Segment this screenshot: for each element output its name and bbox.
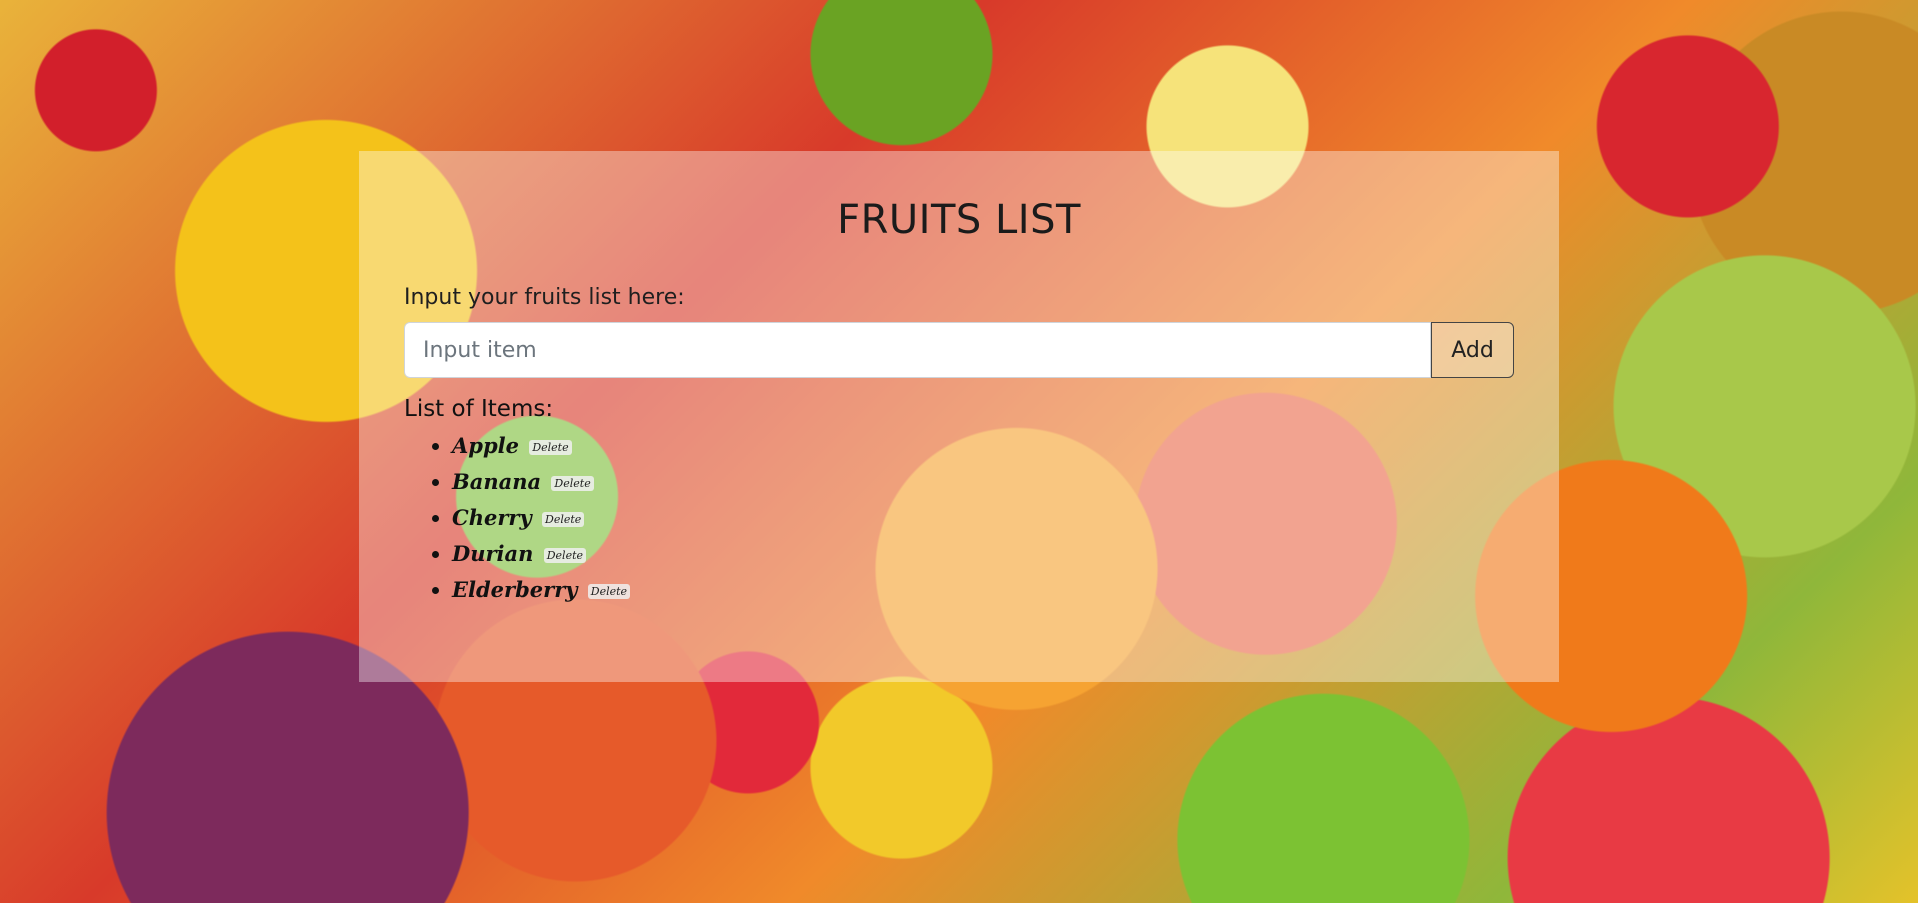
item-name: Elderberry <box>452 577 578 602</box>
delete-button[interactable]: Delete <box>551 476 594 491</box>
delete-button[interactable]: Delete <box>543 548 587 563</box>
input-prompt-label: Input your fruits list here: <box>404 285 685 310</box>
delete-button[interactable]: Delete <box>587 584 631 599</box>
item-name: Apple <box>452 433 519 458</box>
page-title: FRUITS LIST <box>837 197 1081 243</box>
list-item: Elderberry Delete <box>452 572 1514 608</box>
item-name: Banana <box>452 469 542 494</box>
add-button[interactable]: Add <box>1431 322 1514 378</box>
add-item-form: Add <box>404 322 1514 378</box>
fruits-list-panel: FRUITS LIST Input your fruits list here:… <box>359 151 1559 682</box>
list-heading: List of Items: <box>404 396 554 422</box>
item-input[interactable] <box>404 322 1431 378</box>
list-item: Apple Delete <box>452 428 1514 464</box>
delete-button[interactable]: Delete <box>529 440 572 455</box>
list-item: Banana Delete <box>452 464 1514 500</box>
item-name: Cherry <box>452 505 532 530</box>
list-item: Cherry Delete <box>452 500 1514 536</box>
item-name: Durian <box>452 541 534 566</box>
list-item: Durian Delete <box>452 536 1514 572</box>
fruit-list: Apple Delete Banana Delete Cherry Delete… <box>404 428 1514 608</box>
delete-button[interactable]: Delete <box>542 512 585 527</box>
